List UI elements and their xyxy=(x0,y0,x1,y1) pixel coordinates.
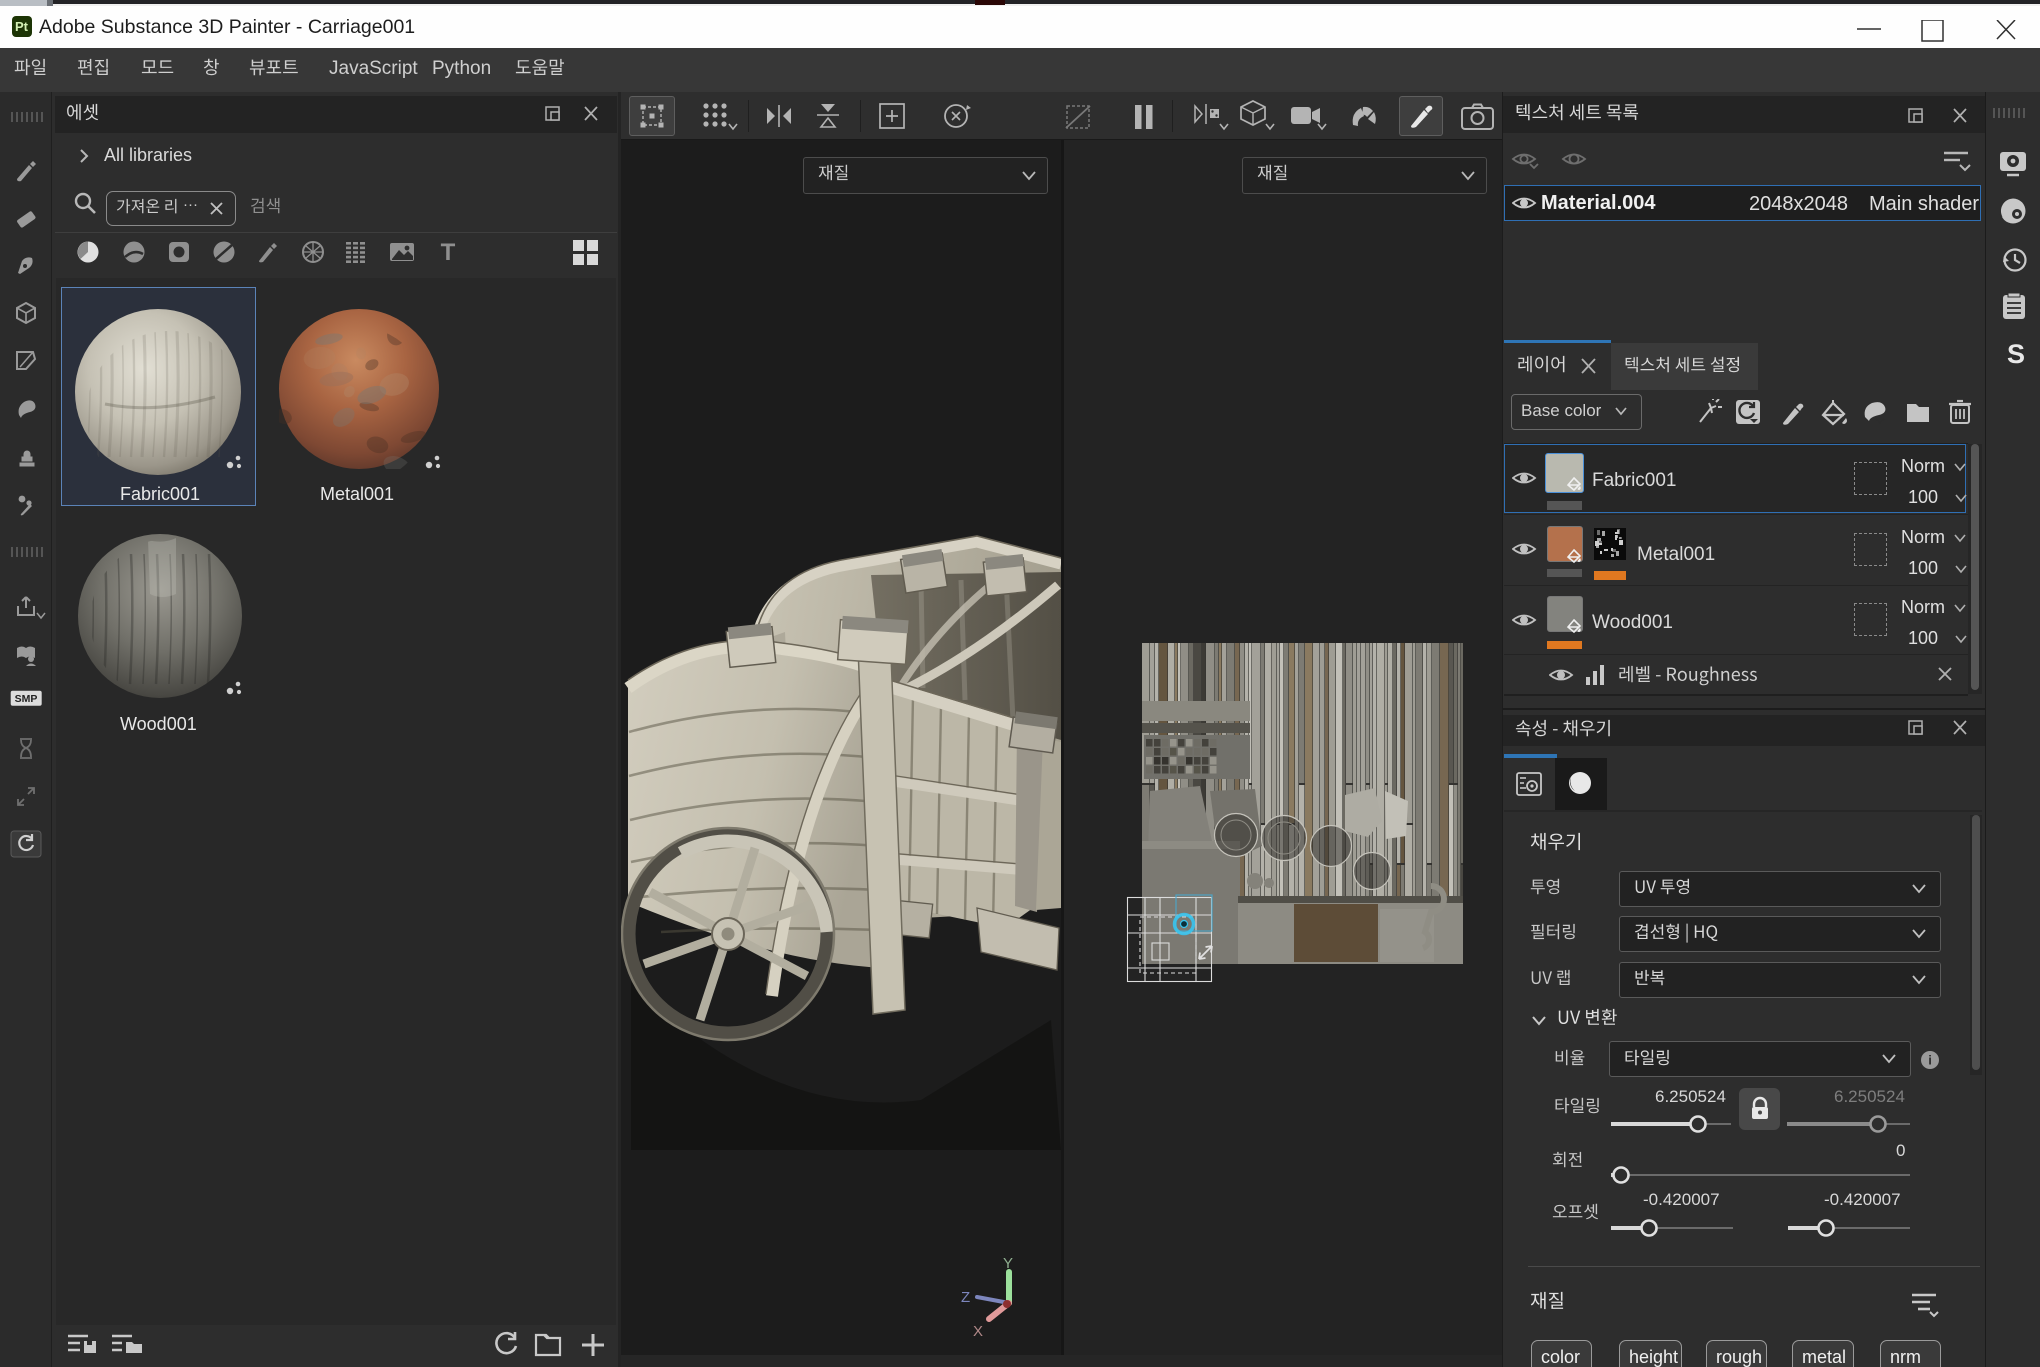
svg-text:S: S xyxy=(2007,340,2025,368)
svg-text:Z: Z xyxy=(961,1289,970,1306)
svg-text:i: i xyxy=(1928,1053,1932,1068)
svg-text:SMP: SMP xyxy=(15,693,38,705)
svg-text:Y: Y xyxy=(1003,1255,1013,1272)
svg-text:X: X xyxy=(973,1323,983,1340)
svg-text:T: T xyxy=(441,239,456,265)
